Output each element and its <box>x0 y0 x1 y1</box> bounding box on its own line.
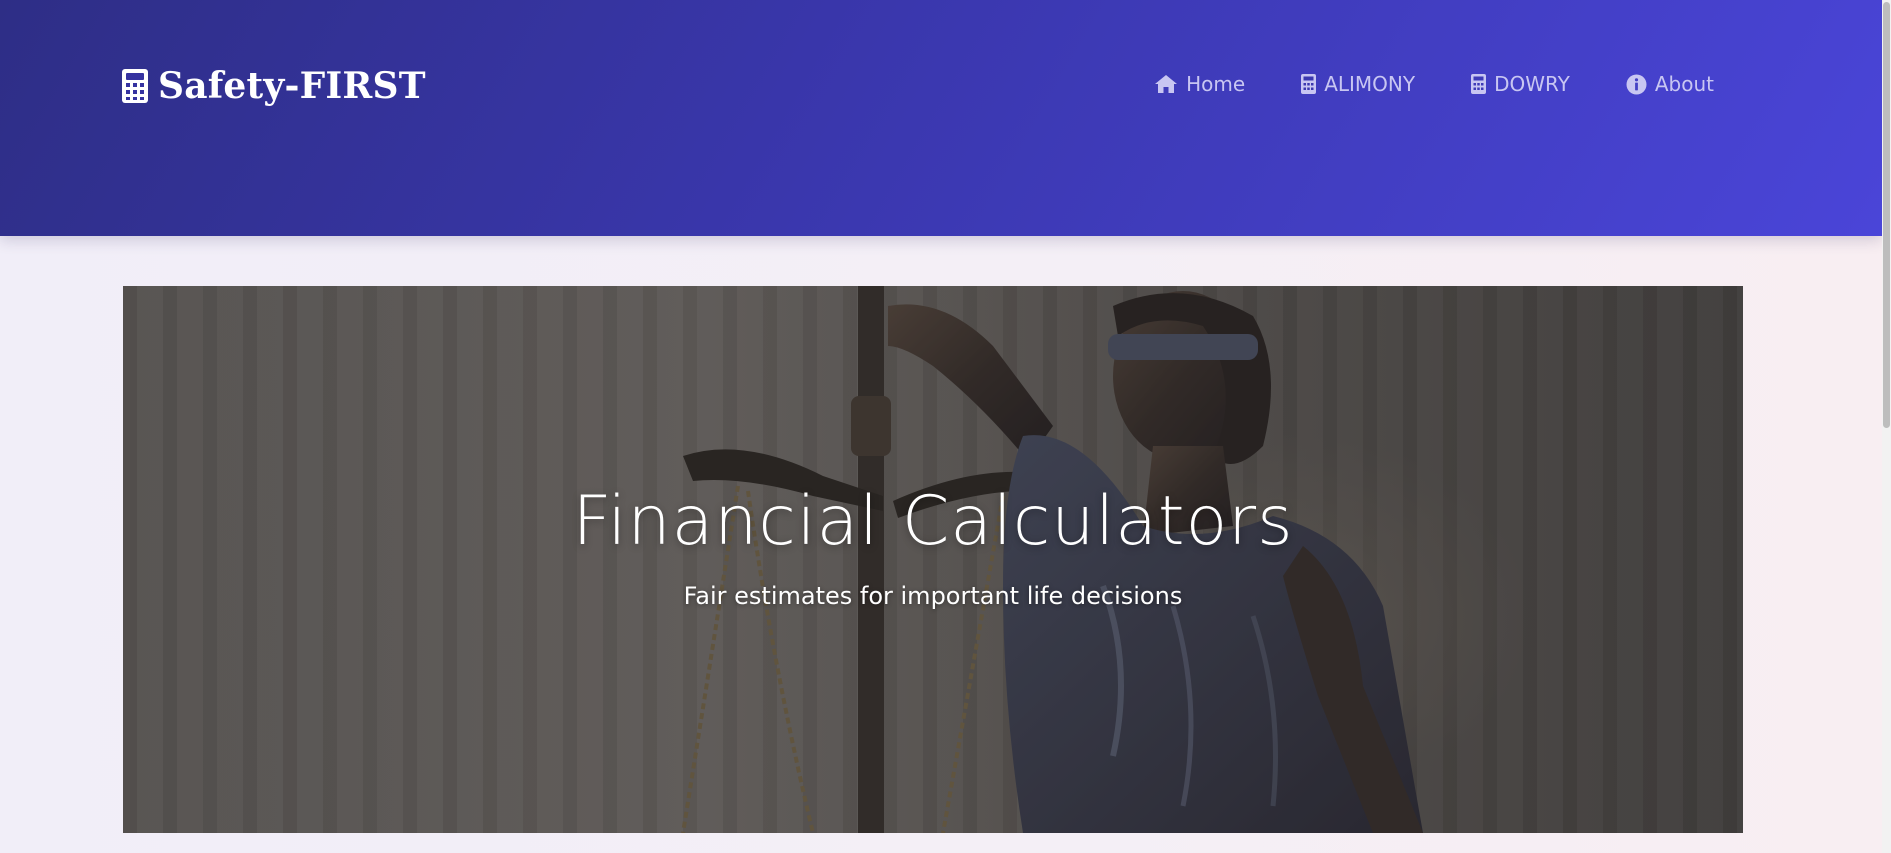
main-nav: Home ALIMONY DOWRY About <box>1154 66 1714 102</box>
nav-item-home[interactable]: Home <box>1154 72 1245 96</box>
nav-label-alimony: ALIMONY <box>1324 72 1416 96</box>
nav-label-dowry: DOWRY <box>1494 72 1570 96</box>
hero-subtitle: Fair estimates for important life decisi… <box>683 582 1183 610</box>
nav-item-dowry[interactable]: DOWRY <box>1471 72 1570 96</box>
calculator-icon <box>122 69 148 103</box>
nav-label-home: Home <box>1186 72 1246 96</box>
brand-name: Safety-FIRST <box>158 65 426 107</box>
nav-label-about: About <box>1654 72 1714 96</box>
brand-logo-link[interactable]: Safety-FIRST <box>122 62 426 110</box>
home-icon <box>1154 74 1178 94</box>
calculator-icon <box>1471 74 1487 94</box>
nav-item-about[interactable]: About <box>1626 72 1714 96</box>
hero-banner: Financial Calculators Fair estimates for… <box>123 286 1743 833</box>
page-scrollbar[interactable] <box>1882 0 1891 853</box>
hero-title: Financial Calculators <box>572 482 1294 561</box>
scrollbar-thumb[interactable] <box>1883 2 1890 428</box>
site-header: Safety-FIRST Home ALIMONY DOWRY About <box>0 0 1882 236</box>
nav-item-alimony[interactable]: ALIMONY <box>1301 72 1415 96</box>
calculator-icon <box>1301 74 1317 94</box>
info-circle-icon <box>1626 74 1647 95</box>
